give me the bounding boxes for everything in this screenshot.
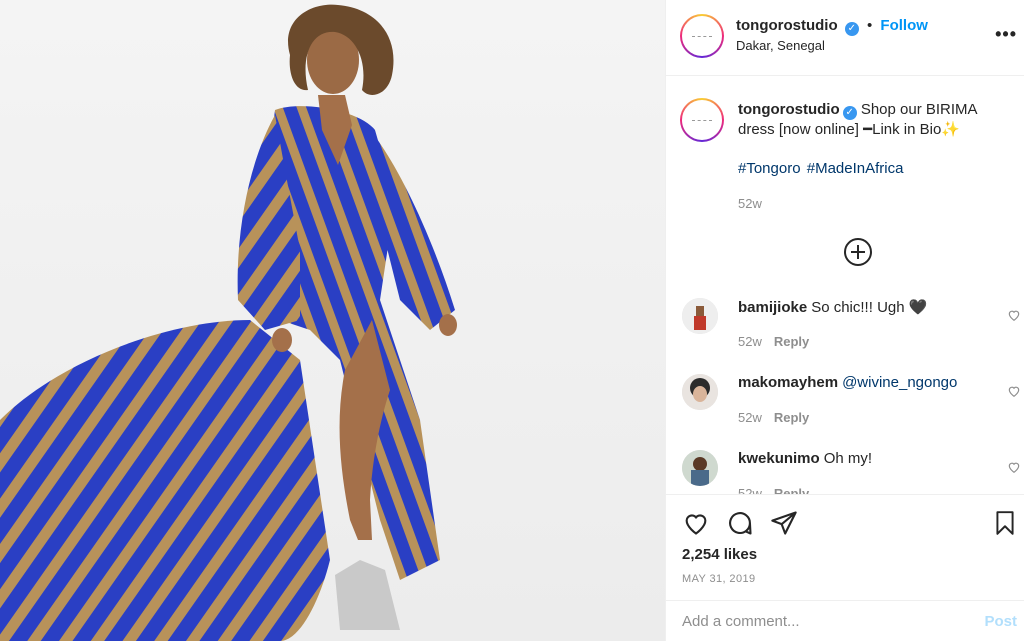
share-paper-plane-icon[interactable]: [770, 509, 798, 537]
comment-item: makomayhem @wivine_ngongo 52w Reply: [666, 364, 1024, 434]
like-heart-icon[interactable]: [682, 509, 710, 537]
post-comment-button[interactable]: Post: [984, 613, 1017, 630]
hashtags: #Tongoro #MadeInAfrica: [738, 160, 905, 177]
comment-username[interactable]: makomayhem: [738, 374, 838, 391]
hashtag-link[interactable]: #MadeInAfrica: [807, 160, 904, 177]
separator-dot: •: [866, 17, 873, 34]
comment-meta: 52w Reply: [738, 334, 809, 349]
comment-body: kwekunimo Oh my!: [738, 450, 872, 467]
caption-avatar[interactable]: [680, 98, 724, 142]
caption-timestamp[interactable]: 52w: [738, 196, 762, 211]
comments-list: bamijioke So chic!!! Ugh 🖤 52w Reply makom…: [666, 288, 1024, 494]
post-image[interactable]: [0, 0, 665, 641]
caption-text-block: tongorostudio ✓ Shop our BIRIMA dress [no…: [738, 100, 1008, 140]
avatar-image: [682, 374, 718, 410]
comment-like-heart-icon[interactable]: [1007, 460, 1021, 474]
comment-username[interactable]: kwekunimo: [738, 450, 820, 467]
verified-badge-icon: ✓: [842, 106, 857, 120]
save-bookmark-icon[interactable]: [992, 509, 1018, 537]
comment-input[interactable]: [682, 613, 962, 630]
comment-bubble-icon[interactable]: [726, 509, 754, 537]
post-header: tongorostudio ✓ • Follow Dakar, Senegal …: [666, 0, 1024, 76]
post-location[interactable]: Dakar, Senegal: [736, 38, 825, 53]
comment-meta: 52w Reply: [738, 486, 809, 494]
post-details-panel: tongorostudio ✓ • Follow Dakar, Senegal …: [665, 0, 1024, 641]
load-more-comments-icon[interactable]: [844, 238, 872, 266]
avatar-image: [682, 298, 718, 334]
commenter-avatar[interactable]: [682, 298, 718, 334]
post-username[interactable]: tongorostudio: [736, 17, 838, 34]
comment-item: kwekunimo Oh my! 52w Reply: [666, 440, 1024, 494]
hashtag-link[interactable]: #Tongoro: [738, 160, 801, 177]
comment-item: bamijioke So chic!!! Ugh 🖤 52w Reply: [666, 288, 1024, 358]
comment-time[interactable]: 52w: [738, 334, 762, 349]
comment-time[interactable]: 52w: [738, 486, 762, 494]
reply-button[interactable]: Reply: [774, 410, 809, 425]
verified-badge-icon: ✓: [844, 22, 859, 36]
add-comment-bar: Post: [666, 600, 1024, 641]
reply-button[interactable]: Reply: [774, 486, 809, 494]
commenter-avatar[interactable]: [682, 374, 718, 410]
post-actions: 2,254 likes MAY 31, 2019: [666, 494, 1024, 600]
comment-body: bamijioke So chic!!! Ugh 🖤: [738, 298, 927, 316]
more-options-icon[interactable]: •••: [995, 24, 1017, 45]
comment-like-heart-icon[interactable]: [1007, 384, 1021, 398]
commenter-avatar[interactable]: [682, 450, 718, 486]
likes-count[interactable]: 2,254 likes: [682, 546, 757, 563]
comment-time[interactable]: 52w: [738, 410, 762, 425]
comment-body: makomayhem @wivine_ngongo: [738, 374, 957, 391]
comment-text: Oh my!: [823, 450, 873, 467]
comment-meta: 52w Reply: [738, 410, 809, 425]
follow-button[interactable]: Follow: [880, 17, 928, 34]
caption-username[interactable]: tongorostudio: [738, 101, 840, 118]
header-name-line: tongorostudio ✓ • Follow: [736, 17, 928, 36]
post-date[interactable]: MAY 31, 2019: [682, 573, 756, 585]
comment-username[interactable]: bamijioke: [738, 299, 807, 316]
comment-mention[interactable]: @wivine_ngongo: [842, 374, 957, 391]
profile-avatar[interactable]: [680, 14, 724, 58]
reply-button[interactable]: Reply: [774, 334, 809, 349]
comment-like-heart-icon[interactable]: [1007, 308, 1021, 322]
avatar-image: [682, 450, 718, 486]
model-photo-illustration: [0, 4, 457, 641]
comment-text: So chic!!! Ugh 🖤: [811, 299, 928, 316]
